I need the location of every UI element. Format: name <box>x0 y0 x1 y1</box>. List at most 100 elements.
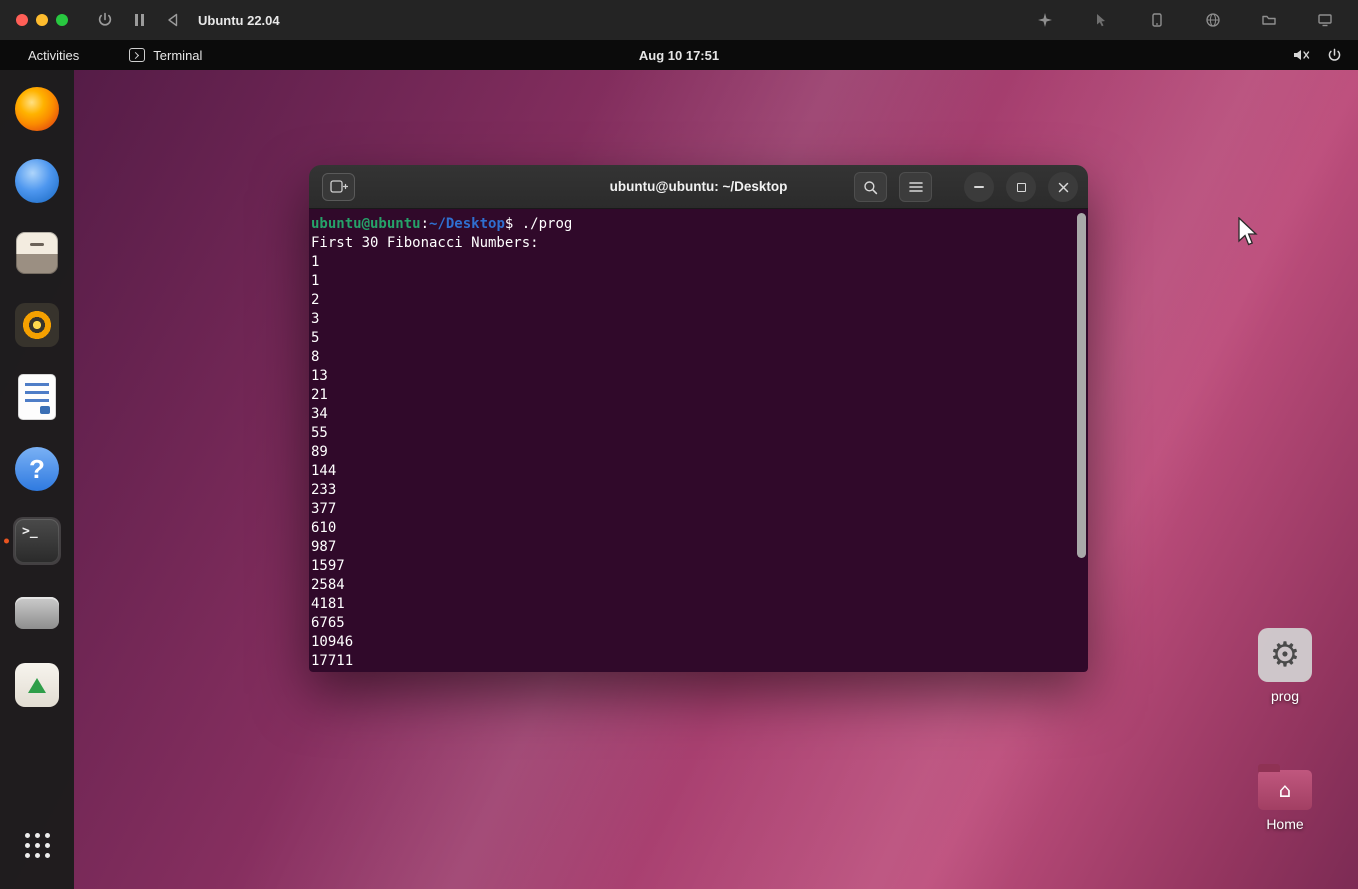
terminal-output-line: 5 <box>311 330 320 346</box>
terminal-output-line: 8 <box>311 349 320 365</box>
macos-titlebar: Ubuntu 22.04 <box>0 0 1358 40</box>
house-icon: ⌂ <box>1278 778 1292 802</box>
dock-item-terminal[interactable]: >_ <box>13 517 61 565</box>
hamburger-menu-icon <box>908 182 923 192</box>
vm-toolbar <box>1028 8 1342 32</box>
vm-resize-button[interactable] <box>1028 8 1062 32</box>
terminal-output-line: 233 <box>311 482 337 498</box>
terminal-search-button[interactable] <box>854 172 887 202</box>
gear-icon: ⚙ <box>1269 635 1301 675</box>
terminal-output-line: 34 <box>311 406 328 422</box>
clock-button[interactable]: Aug 10 17:51 <box>639 48 719 63</box>
vm-display-button[interactable] <box>1308 8 1342 32</box>
terminal-menu-button[interactable] <box>899 172 932 202</box>
terminal-output-line: 144 <box>311 463 337 479</box>
firefox-icon <box>15 87 59 131</box>
home-folder-icon: ⌂ <box>1258 764 1312 810</box>
prompt-user-host: ubuntu@ubuntu <box>311 216 421 232</box>
terminal-icon: >_ <box>15 519 59 563</box>
thunderbird-icon <box>15 159 59 203</box>
terminal-output-line: 89 <box>311 444 328 460</box>
maximize-icon <box>1016 182 1026 192</box>
close-window-button[interactable] <box>16 14 28 26</box>
power-menu-icon <box>1328 48 1341 61</box>
desktop-icon-prog[interactable]: ⚙ prog <box>1253 628 1317 704</box>
power-icon <box>98 12 112 26</box>
traffic-lights <box>16 14 68 26</box>
dock-item-system[interactable] <box>13 589 61 637</box>
ubuntu-top-panel: Activities Terminal Aug 10 17:51 <box>0 40 1358 70</box>
terminal-output-area[interactable]: ubuntu@ubuntu:~/Desktop$ ./prog First 30… <box>309 209 1088 672</box>
dock-item-ubuntu-software[interactable] <box>13 661 61 709</box>
folder-icon <box>1262 15 1276 25</box>
terminal-output-line: 2584 <box>311 577 345 593</box>
dock-item-files[interactable] <box>13 229 61 277</box>
files-icon <box>16 232 58 274</box>
desktop-icon-prog-label: prog <box>1270 688 1300 704</box>
terminal-output-line: 987 <box>311 539 337 555</box>
minimize-window-button[interactable] <box>36 14 48 26</box>
new-tab-icon <box>329 180 348 193</box>
vm-pause-button[interactable] <box>122 8 156 32</box>
rhythmbox-icon <box>15 303 59 347</box>
terminal-close-button[interactable] <box>1048 172 1078 202</box>
dock-item-firefox[interactable] <box>13 85 61 133</box>
focused-app-indicator[interactable]: Terminal <box>129 48 202 63</box>
system-app-icon <box>15 597 59 629</box>
sparkle-icon <box>1038 13 1052 27</box>
app-grid-icon <box>24 832 50 858</box>
terminal-scrollbar[interactable] <box>1077 211 1086 668</box>
search-icon <box>864 180 878 194</box>
libreoffice-writer-icon <box>18 374 56 420</box>
globe-icon <box>1206 13 1220 27</box>
dock-item-libreoffice-writer[interactable] <box>13 373 61 421</box>
dock-item-rhythmbox[interactable] <box>13 301 61 349</box>
terminal-output-header: First 30 Fibonacci Numbers: <box>311 235 539 251</box>
terminal-output-line: 3 <box>311 311 320 327</box>
new-tab-button[interactable] <box>322 173 355 201</box>
desktop-icon-home-label: Home <box>1266 816 1304 832</box>
terminal-output-line: 17711 <box>311 653 354 669</box>
terminal-window-title: ubuntu@ubuntu: ~/Desktop <box>609 179 788 194</box>
vm-share-button[interactable] <box>1252 8 1286 32</box>
desktop-icon-home[interactable]: ⌂ Home <box>1253 758 1317 832</box>
fullscreen-window-button[interactable] <box>56 14 68 26</box>
terminal-output-numbers: 1 1 2 3 5 8 13 21 34 55 89 144 233 377 610 987 1597 2584 4… <box>311 253 1074 671</box>
activities-button[interactable]: Activities <box>20 45 87 66</box>
terminal-scrollbar-thumb[interactable] <box>1077 213 1086 558</box>
dock-item-help[interactable]: ? <box>13 445 61 493</box>
terminal-output-line: 55 <box>311 425 328 441</box>
dock: ? >_ <box>0 70 74 889</box>
ubuntu-software-icon <box>15 663 59 707</box>
terminal-output-line: 1 <box>311 273 320 289</box>
terminal-titlebar[interactable]: ubuntu@ubuntu: ~/Desktop <box>309 165 1088 209</box>
prompt-command: ./prog <box>513 216 573 232</box>
vm-back-button[interactable] <box>156 8 190 32</box>
focused-app-name: Terminal <box>153 47 203 63</box>
dock-item-thunderbird[interactable] <box>13 157 61 205</box>
terminal-output-line: 4181 <box>311 596 345 612</box>
prompt-path: ~/Desktop <box>429 216 505 232</box>
terminal-output-line: 21 <box>311 387 328 403</box>
help-icon: ? <box>15 447 59 491</box>
terminal-output-line: 2 <box>311 292 320 308</box>
pause-icon <box>134 14 138 26</box>
vm-network-button[interactable] <box>1196 8 1230 32</box>
terminal-app-icon <box>129 48 146 62</box>
prompt-colon: : <box>420 216 430 232</box>
vm-power-button[interactable] <box>88 8 122 32</box>
terminal-maximize-button[interactable] <box>1006 172 1036 202</box>
software-leaf-glyph <box>28 677 46 693</box>
terminal-output-line: 1 <box>311 254 320 270</box>
close-icon <box>1058 182 1068 192</box>
vm-device-button[interactable] <box>1140 8 1174 32</box>
minimize-icon <box>974 186 984 188</box>
terminal-prompt-line: ubuntu@ubuntu:~/Desktop$ ./prog <box>311 215 1074 234</box>
dock-item-app-grid[interactable] <box>13 821 61 869</box>
terminal-output-line: 1597 <box>311 558 345 574</box>
terminal-output-line: 377 <box>311 501 337 517</box>
vm-pointer-button[interactable] <box>1084 8 1118 32</box>
terminal-window: ubuntu@ubuntu: ~/Desktop ubuntu@ubuntu:~… <box>309 165 1088 672</box>
system-status-area[interactable] <box>1292 47 1342 63</box>
terminal-minimize-button[interactable] <box>964 172 994 202</box>
